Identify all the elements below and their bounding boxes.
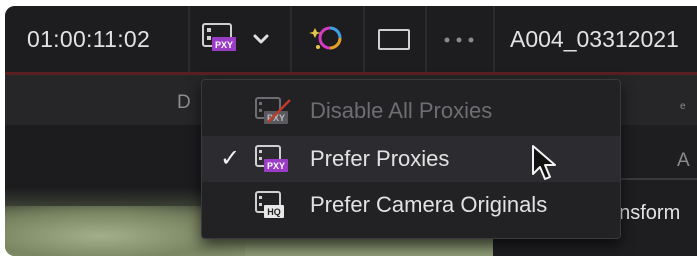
svg-text:HQ: HQ bbox=[267, 207, 281, 217]
toolbar-divider bbox=[290, 6, 292, 72]
hq-icon: HQ bbox=[255, 191, 284, 218]
mouse-pointer-icon bbox=[532, 145, 556, 180]
panel-tab-fragment-small: e bbox=[680, 101, 686, 112]
checkmark-icon: ✓ bbox=[220, 145, 241, 172]
color-effects-button[interactable] bbox=[305, 20, 349, 58]
toolbar-divider bbox=[363, 6, 365, 72]
pxy-disabled-icon: PXY bbox=[255, 97, 291, 124]
viewer-mode-button[interactable] bbox=[373, 20, 417, 58]
proxy-icon: PXY bbox=[202, 23, 269, 51]
app-window: 01:00:11:02 PXY A004_03312021 D e A ansf… bbox=[5, 6, 697, 256]
toolbar-divider bbox=[493, 6, 495, 72]
panel-tab-fragment: D bbox=[177, 92, 191, 113]
more-options-button[interactable] bbox=[435, 20, 485, 58]
menu-item-label: Prefer Proxies bbox=[310, 146, 450, 171]
toolbar-divider bbox=[188, 6, 190, 72]
ellipsis-icon bbox=[444, 37, 474, 43]
toolbar-divider bbox=[425, 6, 427, 72]
proxy-badge-text: PXY bbox=[215, 40, 233, 50]
inspector-tab-fragment[interactable]: A bbox=[677, 150, 690, 172]
menu-item-disable-all-proxies: PXY Disable All Proxies bbox=[202, 88, 620, 134]
viewer-toolbar: 01:00:11:02 PXY A004_03312021 bbox=[5, 6, 697, 75]
menu-item-label: Disable All Proxies bbox=[310, 98, 493, 123]
svg-text:PXY: PXY bbox=[267, 161, 285, 171]
chevron-down-icon bbox=[253, 34, 269, 44]
rectangle-icon bbox=[378, 29, 410, 50]
menu-item-label: Prefer Camera Originals bbox=[310, 192, 548, 217]
proxy-mode-dropdown-button[interactable]: PXY bbox=[200, 20, 280, 58]
pxy-icon: PXY bbox=[255, 145, 288, 172]
magic-color-icon bbox=[309, 26, 342, 50]
clip-name: A004_03312021 bbox=[510, 26, 679, 52]
timecode-display: 01:00:11:02 bbox=[27, 26, 151, 52]
menu-item-prefer-camera-originals[interactable]: HQ Prefer Camera Originals bbox=[202, 182, 620, 228]
